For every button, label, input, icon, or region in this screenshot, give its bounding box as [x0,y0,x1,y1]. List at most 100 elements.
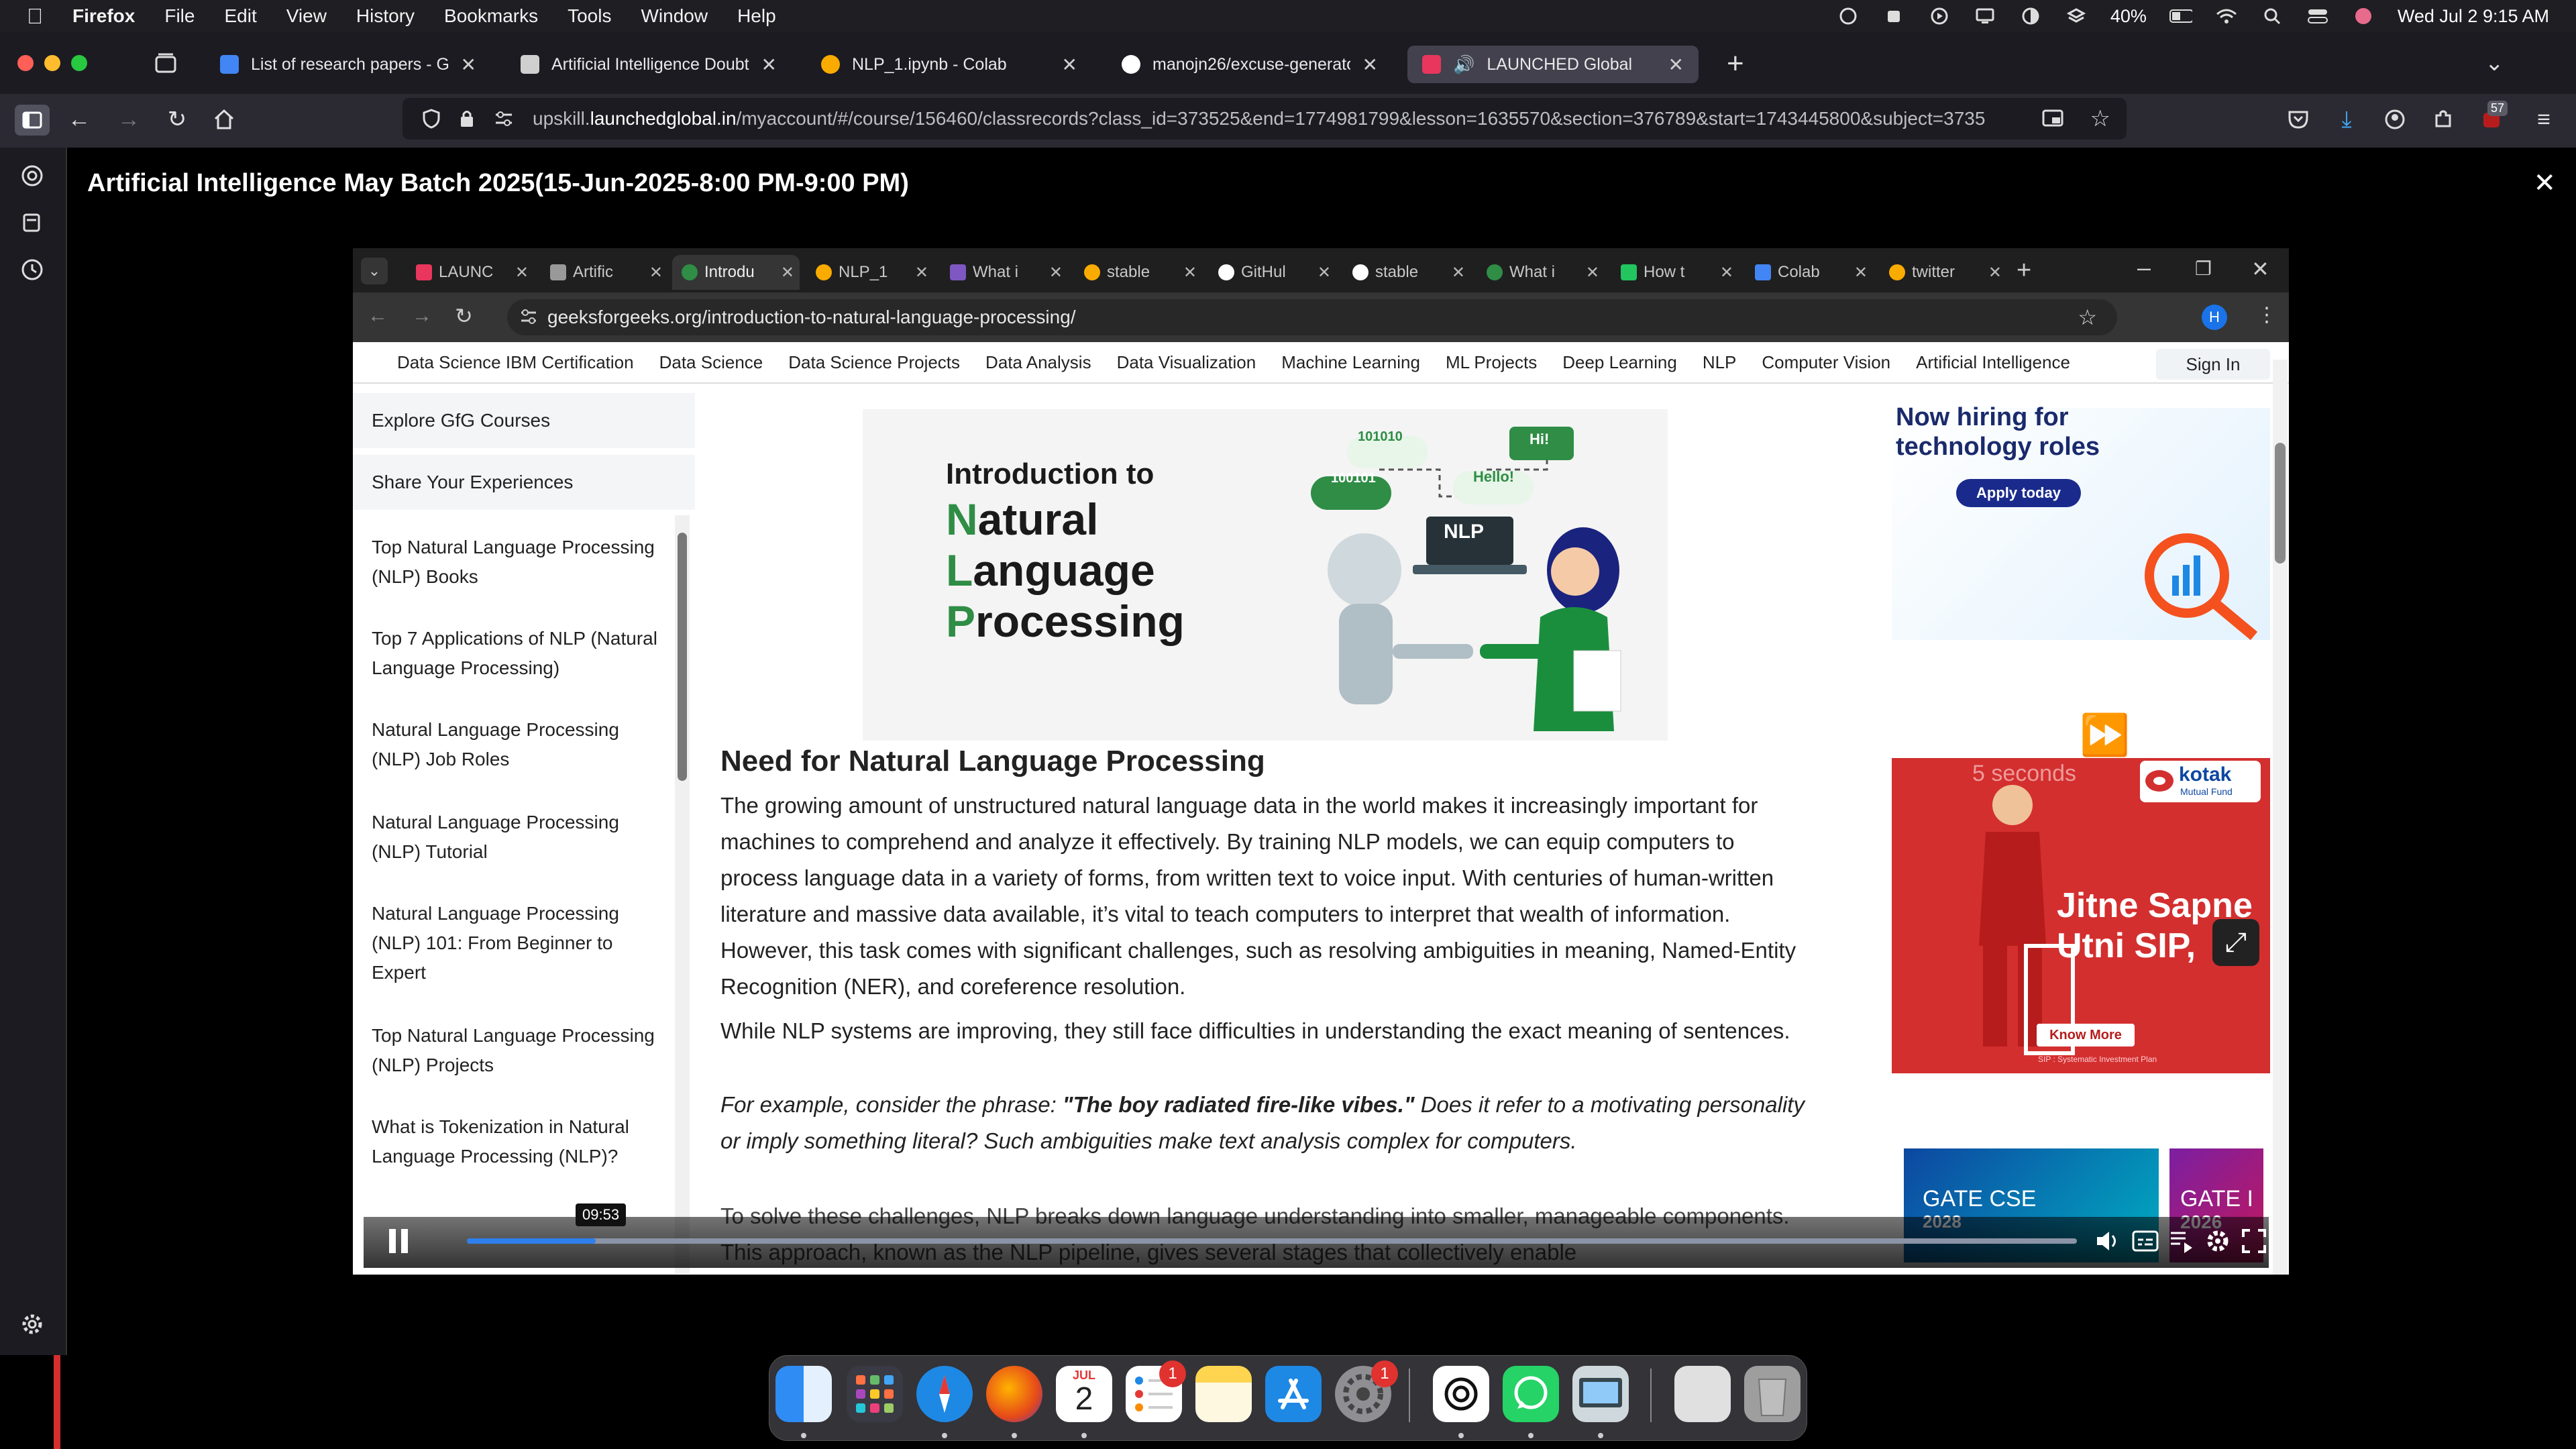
menu-window[interactable]: Window [641,5,708,27]
contrast-status-icon[interactable] [2019,6,2042,26]
nav-item[interactable]: Machine Learning [1281,352,1420,373]
tab-close-icon[interactable]: ✕ [1183,263,1197,282]
reload-icon[interactable]: ↻ [164,106,191,133]
pause-button[interactable] [385,1226,412,1256]
tab-close-icon[interactable]: ✕ [1988,263,2002,282]
lock-icon[interactable] [459,109,475,129]
chrome-tab[interactable]: How t ✕ [1611,255,1739,290]
tab-close-icon[interactable]: ✕ [915,263,928,282]
nav-item[interactable]: Computer Vision [1762,352,1890,373]
nav-item[interactable]: Data Analysis [985,352,1091,373]
know-more-button[interactable]: Know More [2037,1024,2135,1046]
nav-item[interactable]: Data Science [659,352,763,373]
captions-icon[interactable] [2132,1229,2159,1253]
chrome-maximize-icon[interactable]: ❐ [2195,258,2212,280]
tab-search-chevron-icon[interactable]: ⌄ [361,258,388,284]
tracking-shield-icon[interactable] [423,109,440,129]
new-tab-plus-icon[interactable]: + [1727,47,1744,80]
firefox-tab[interactable]: List of research papers - Googl ✕ [205,46,491,83]
home-icon[interactable] [211,106,237,133]
chrome-bookmark-star-icon[interactable]: ☆ [2078,305,2097,330]
calendar-icon[interactable]: JUL 2 [1056,1366,1112,1422]
battery-icon[interactable] [2169,6,2192,26]
menu-file[interactable]: File [164,5,195,27]
firefox-tab[interactable]: Artificial Intelligence Doubt Cle ✕ [506,46,792,83]
chrome-forward-icon[interactable]: → [412,305,432,327]
picture-in-picture-icon[interactable] [2042,109,2065,128]
sidebar-article-link[interactable]: What is Tokenization in Natural Language… [372,1112,667,1171]
url-text[interactable]: upskill.launchedglobal.in/myaccount/#/co… [533,108,2023,129]
chrome-back-icon[interactable]: ← [368,305,388,327]
window-minimize-button[interactable] [44,55,60,71]
menu-tools[interactable]: Tools [568,5,611,27]
tab-close-icon[interactable]: ✕ [1049,263,1063,282]
chrome-tab[interactable]: stable ✕ [1343,255,1470,290]
tab-close-icon[interactable]: ✕ [461,54,476,76]
back-arrow-icon[interactable]: ← [66,106,93,133]
history-clock-icon[interactable] [20,258,44,282]
chrome-url-bar[interactable]: geeksforgeeks.org/introduction-to-natura… [507,299,2117,335]
tab-close-icon[interactable]: ✕ [1668,54,1684,76]
nav-item[interactable]: NLP [1703,352,1737,373]
sidebar-article-link[interactable]: Top 7 Applications of NLP (Natural Langu… [372,624,667,683]
tab-close-icon[interactable]: ✕ [1720,263,1733,282]
firefox-tab-active[interactable]: 🔊 LAUNCHED Global ✕ [1407,46,1699,83]
menu-help[interactable]: Help [737,5,776,27]
display-status-icon[interactable] [1974,6,1996,26]
skip-ad-forward-icon[interactable]: ⏩ [2080,711,2130,759]
nav-item[interactable]: Artificial Intelligence [1916,352,2070,373]
nav-item[interactable]: ML Projects [1446,352,1537,373]
app-status-icon[interactable] [1882,6,1905,26]
app-store-icon[interactable] [1265,1366,1322,1422]
chrome-new-tab-icon[interactable]: + [2017,256,2031,285]
site-info-icon[interactable] [519,307,538,326]
close-video-button[interactable]: ✕ [2533,168,2556,199]
spotlight-search-icon[interactable] [2261,6,2284,26]
control-center-icon[interactable] [2306,6,2329,26]
permissions-icon[interactable] [494,110,514,127]
url-bar[interactable]: upskill.launchedglobal.in/myaccount/#/co… [402,98,2127,140]
nav-item[interactable]: Data Science IBM Certification [397,352,634,373]
nav-item[interactable]: Deep Learning [1562,352,1677,373]
tab-close-icon[interactable]: ✕ [781,263,794,282]
kotak-sip-ad[interactable]: 5 seconds kotak Mutual Fund Jitne Sapne U… [1892,758,2270,1073]
menu-bookmarks[interactable]: Bookmarks [444,5,538,27]
nav-item[interactable]: Data Science Projects [788,352,960,373]
tab-close-icon[interactable]: ✕ [1854,263,1868,282]
chrome-tab[interactable]: stable ✕ [1075,255,1202,290]
nav-item[interactable]: Data Visualization [1117,352,1256,373]
tab-close-icon[interactable]: ✕ [1318,263,1331,282]
transcript-icon[interactable] [2168,1228,2195,1254]
documents-folder-icon[interactable] [1674,1366,1731,1422]
chrome-tab[interactable]: Colab ✕ [1746,255,1873,290]
share-experiences-button[interactable]: Share Your Experiences [353,455,695,510]
page-scroll-thumb[interactable] [2275,443,2286,564]
window-close-button[interactable] [17,55,34,71]
chatgpt-sidebar-icon[interactable] [20,164,44,188]
layers-status-icon[interactable] [2065,6,2088,26]
chrome-tab[interactable]: What i ✕ [941,255,1068,290]
fullscreen-icon[interactable] [2241,1228,2267,1254]
window-zoom-button[interactable] [71,55,87,71]
chrome-tab-active[interactable]: Introdu ✕ [672,255,800,290]
firefox-icon[interactable] [986,1366,1042,1422]
tab-close-icon[interactable]: ✕ [1586,263,1599,282]
wifi-icon[interactable] [2215,6,2238,26]
hamburger-menu-icon[interactable]: ≡ [2530,106,2557,133]
sign-in-button[interactable]: Sign In [2156,349,2270,380]
chrome-profile-avatar[interactable]: H [2202,305,2227,330]
expand-ad-icon[interactable]: ⤢ [2212,919,2259,966]
explore-courses-button[interactable]: Explore GfG Courses [353,393,695,448]
safari-icon[interactable] [916,1366,973,1422]
trash-icon[interactable] [1744,1366,1801,1422]
finder-icon[interactable] [775,1366,832,1422]
chrome-tab[interactable]: Artific ✕ [541,255,668,290]
tab-close-icon[interactable]: ✕ [515,263,529,282]
menu-edit[interactable]: Edit [224,5,256,27]
sidebar-article-link[interactable]: Natural Language Processing (NLP) Tutori… [372,808,667,867]
whatsapp-icon[interactable] [1503,1366,1559,1422]
recorded-video-player[interactable]: ⌄ LAUNC ✕ Artific ✕ Introdu ✕ NLP_1 ✕ What i… [353,248,2289,1275]
chrome-tab[interactable]: twitter ✕ [1880,255,2007,290]
chatgpt-status-icon[interactable] [1837,6,1860,26]
sidebar-settings-gear-icon[interactable] [20,1312,44,1336]
